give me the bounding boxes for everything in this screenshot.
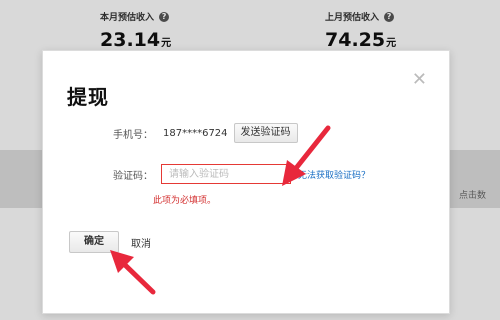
cant-get-code-link[interactable]: 无法获取验证码？ <box>298 168 370 181</box>
code-error-message: 此项为必填项。 <box>153 196 217 206</box>
phone-number: 187****6724 <box>163 127 228 139</box>
dialog-title: 提现 <box>67 85 109 109</box>
cancel-link[interactable]: 取消 <box>131 235 151 250</box>
close-icon[interactable]: ✕ <box>412 71 427 89</box>
code-label: 验证码： <box>113 170 153 182</box>
withdraw-dialog: 提现 ✕ 手机号： 187****6724 发送验证码 验证码： 无法获取验证码… <box>42 50 450 314</box>
verification-code-input[interactable] <box>161 164 291 184</box>
phone-row: 手机号： 187****6724 发送验证码 <box>113 123 298 143</box>
confirm-button[interactable]: 确定 <box>69 231 119 253</box>
code-row: 验证码： 无法获取验证码？ <box>113 164 370 184</box>
phone-label: 手机号： <box>113 129 153 141</box>
send-code-button[interactable]: 发送验证码 <box>233 123 298 143</box>
